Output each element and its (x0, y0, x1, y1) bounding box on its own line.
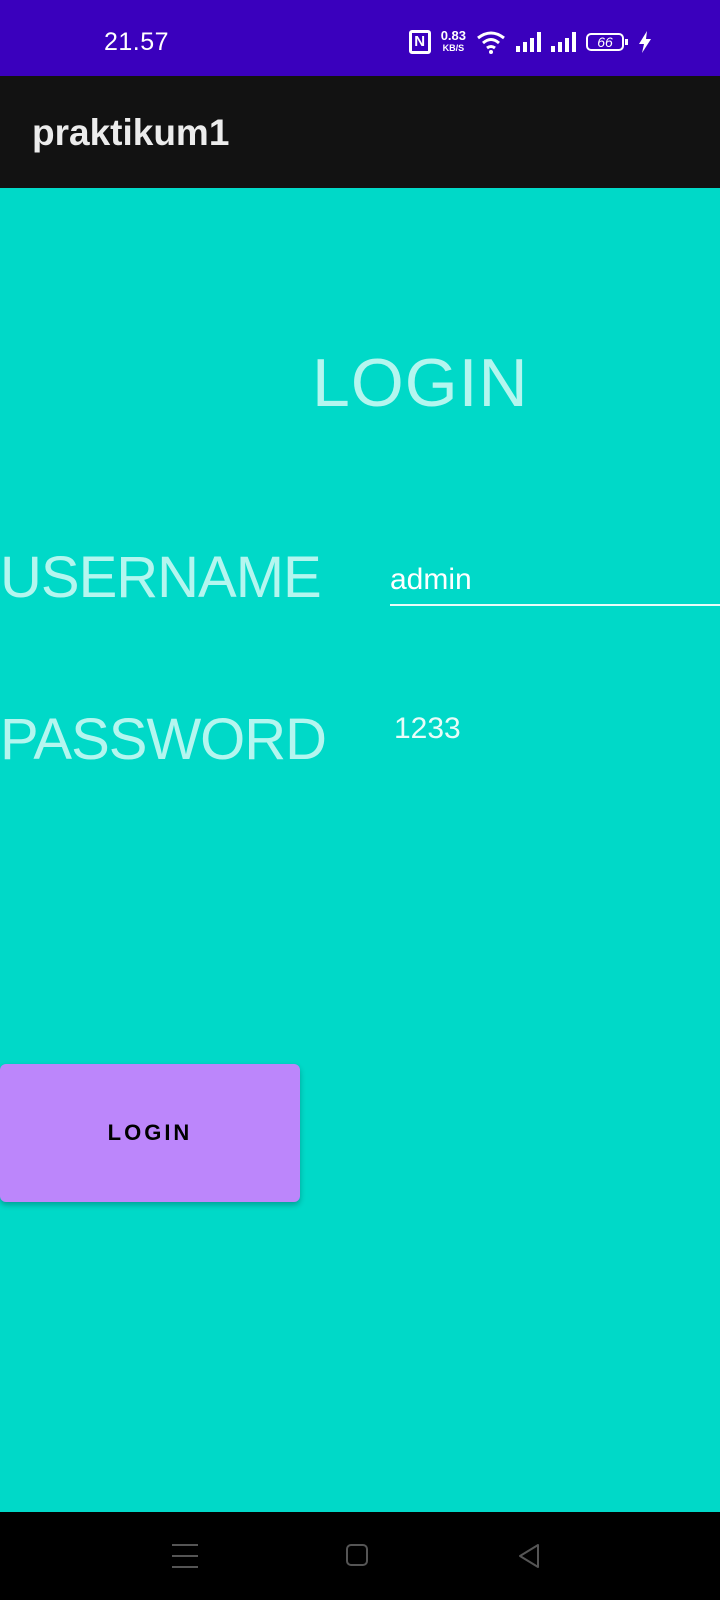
status-bar: 21.57 N 0.83 KB/S 66 (0, 0, 720, 76)
nfc-icon: N (408, 30, 431, 54)
password-field[interactable]: 1233 (394, 712, 461, 746)
network-speed-unit: KB/S (442, 43, 465, 53)
login-button[interactable]: LOGIN (0, 1064, 300, 1202)
battery-icon: 66 (586, 33, 628, 51)
signal-icon (516, 32, 541, 52)
network-speed-value: 0.83 (440, 28, 466, 43)
status-icons: N 0.83 KB/S 66 (408, 26, 652, 58)
back-icon[interactable] (516, 1542, 542, 1570)
navigation-bar (0, 1512, 720, 1600)
status-time: 21.57 (104, 28, 170, 56)
password-label: PASSWORD (0, 707, 327, 772)
login-heading: LOGIN (312, 345, 529, 421)
login-screen: LOGIN USERNAME PASSWORD 1233 LOGIN (0, 188, 720, 1512)
menu-icon[interactable] (172, 1544, 198, 1568)
app-bar: praktikum1 (0, 76, 720, 188)
network-speed: 0.83 KB/S (440, 28, 466, 54)
username-input[interactable] (390, 556, 720, 606)
home-icon[interactable] (346, 1544, 368, 1566)
charging-bolt-icon (639, 31, 651, 53)
wifi-icon (477, 31, 505, 54)
username-label: USERNAME (0, 545, 322, 610)
app-title: praktikum1 (32, 112, 230, 153)
signal-icon (551, 32, 576, 52)
